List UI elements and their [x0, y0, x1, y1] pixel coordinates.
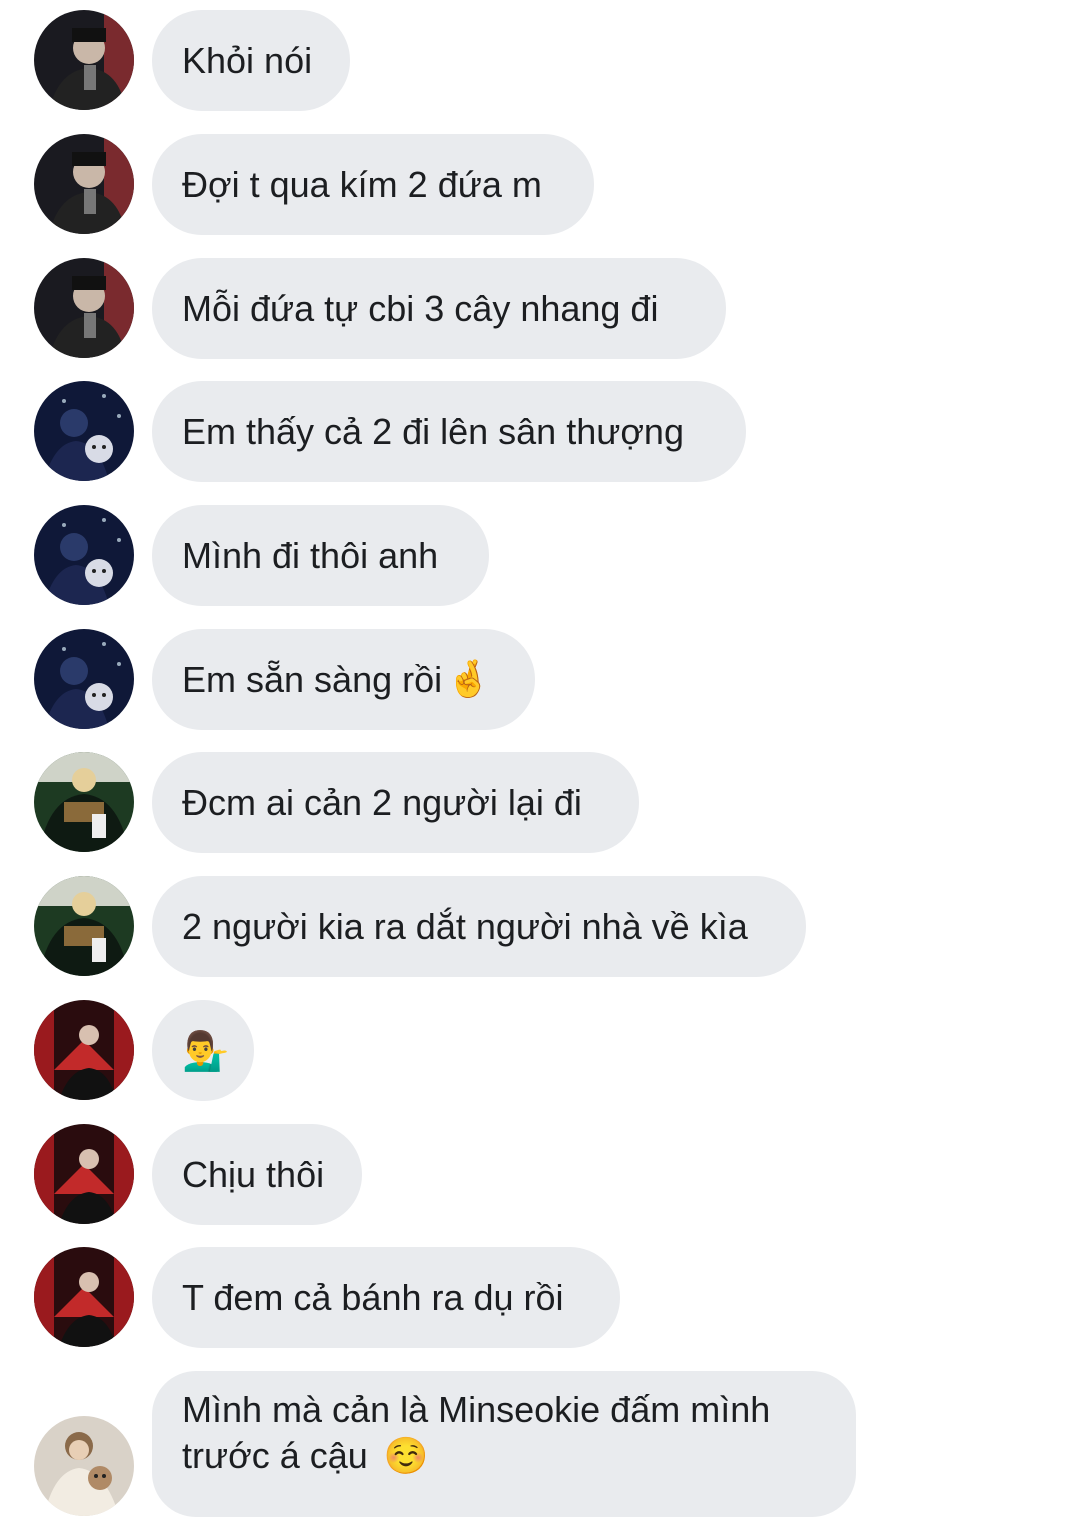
message-text: 2 người kia ra dắt người nhà về kìa [182, 905, 748, 947]
avatar-user-4[interactable] [34, 1000, 134, 1100]
message-bubble[interactable]: Em sẵn sàng rồi 🤞 [152, 629, 535, 730]
message-text: Mình đi thôi anh [182, 534, 439, 576]
message-bubble[interactable]: T đem cả bánh ra dụ rồi [152, 1247, 620, 1348]
message-row: T đem cả bánh ra dụ rồi [0, 1247, 1080, 1348]
avatar-user-5[interactable] [34, 1416, 134, 1516]
message-bubble[interactable]: 💁‍♂️ [152, 1000, 254, 1101]
avatar-user-1[interactable] [34, 10, 134, 110]
avatar-user-4[interactable] [34, 1247, 134, 1347]
message-row: Chịu thôi [0, 1124, 1080, 1225]
message-text: Mỗi đứa tự cbi 3 cây nhang đi [182, 287, 659, 329]
message-text: Đcm ai cản 2 người lại đi [182, 781, 582, 823]
message-text-line-2: trước á cậu ☺️ [182, 1435, 429, 1477]
message-text: Đợi t qua kím 2 đứa m [182, 163, 542, 205]
avatar-user-3[interactable] [34, 876, 134, 976]
avatar-user-1[interactable] [34, 134, 134, 234]
message-row: Mình đi thôi anh [0, 505, 1080, 606]
message-text: Khỏi nói [182, 39, 313, 81]
message-row: Mỗi đứa tự cbi 3 cây nhang đi [0, 258, 1080, 359]
message-text: Chịu thôi [182, 1153, 325, 1195]
avatar-user-1[interactable] [34, 258, 134, 358]
avatar-user-2[interactable] [34, 505, 134, 605]
message-row: Đợi t qua kím 2 đứa m [0, 134, 1080, 235]
message-bubble[interactable]: Mình đi thôi anh [152, 505, 489, 606]
message-text: T đem cả bánh ra dụ rồi [182, 1276, 564, 1318]
message-row: 💁‍♂️ [0, 1000, 1080, 1101]
avatar-user-3[interactable] [34, 752, 134, 852]
message-row: 2 người kia ra dắt người nhà về kìa [0, 876, 1080, 977]
message-text: Em sẵn sàng rồi [182, 658, 443, 700]
message-row: Đcm ai cản 2 người lại đi [0, 752, 1080, 853]
avatar-user-2[interactable] [34, 629, 134, 729]
message-bubble[interactable]: Đcm ai cản 2 người lại đi [152, 752, 639, 853]
message-text-line-1: Mình mà cản là Minseokie đấm mình [182, 1389, 771, 1430]
crossed-fingers-emoji-icon: 🤞 [446, 658, 491, 700]
message-row: Khỏi nói [0, 10, 1080, 111]
message-bubble[interactable]: Mỗi đứa tự cbi 3 cây nhang đi [152, 258, 726, 359]
avatar-user-4[interactable] [34, 1124, 134, 1224]
avatar-user-2[interactable] [34, 381, 134, 481]
smiling-face-emoji-icon: ☺️ [383, 1436, 429, 1477]
message-bubble[interactable]: Mình mà cản là Minseokie đấm mình trước … [152, 1371, 856, 1517]
message-row: Em thấy cả 2 đi lên sân thượng [0, 381, 1080, 482]
message-bubble[interactable]: Đợi t qua kím 2 đứa m [152, 134, 594, 235]
message-bubble[interactable]: 2 người kia ra dắt người nhà về kìa [152, 876, 806, 977]
message-row: Mình mà cản là Minseokie đấm mình trước … [0, 1371, 1080, 1517]
message-text: Em thấy cả 2 đi lên sân thượng [182, 410, 684, 452]
message-row: Em sẵn sàng rồi 🤞 [0, 629, 1080, 730]
message-bubble[interactable]: Em thấy cả 2 đi lên sân thượng [152, 381, 746, 482]
message-bubble[interactable]: Khỏi nói [152, 10, 350, 111]
message-bubble[interactable]: Chịu thôi [152, 1124, 362, 1225]
person-tipping-hand-emoji-icon: 💁‍♂️ [182, 1028, 230, 1073]
